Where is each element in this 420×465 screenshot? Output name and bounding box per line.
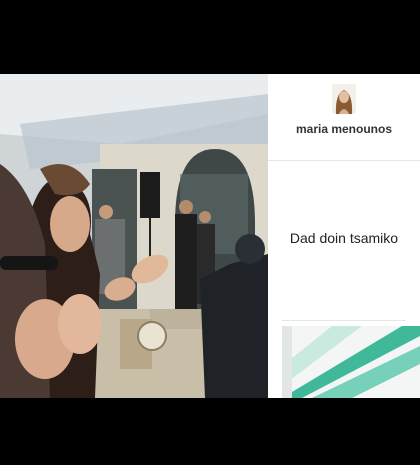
profile-photo-icon bbox=[332, 84, 356, 114]
avatar[interactable] bbox=[332, 84, 356, 114]
username[interactable]: maria menounos bbox=[268, 122, 420, 136]
next-post-thumbnail[interactable] bbox=[282, 326, 420, 398]
photo-illustration bbox=[0, 74, 268, 398]
thumbnail-graphic bbox=[282, 326, 420, 398]
post-details-panel: maria menounos Dad doin tsamiko bbox=[268, 74, 420, 398]
post-caption: Dad doin tsamiko bbox=[289, 230, 399, 246]
media-viewer: maria menounos Dad doin tsamiko bbox=[0, 74, 420, 398]
post-photo[interactable] bbox=[0, 74, 268, 398]
divider bbox=[282, 320, 406, 321]
profile-header: maria menounos bbox=[268, 74, 420, 161]
